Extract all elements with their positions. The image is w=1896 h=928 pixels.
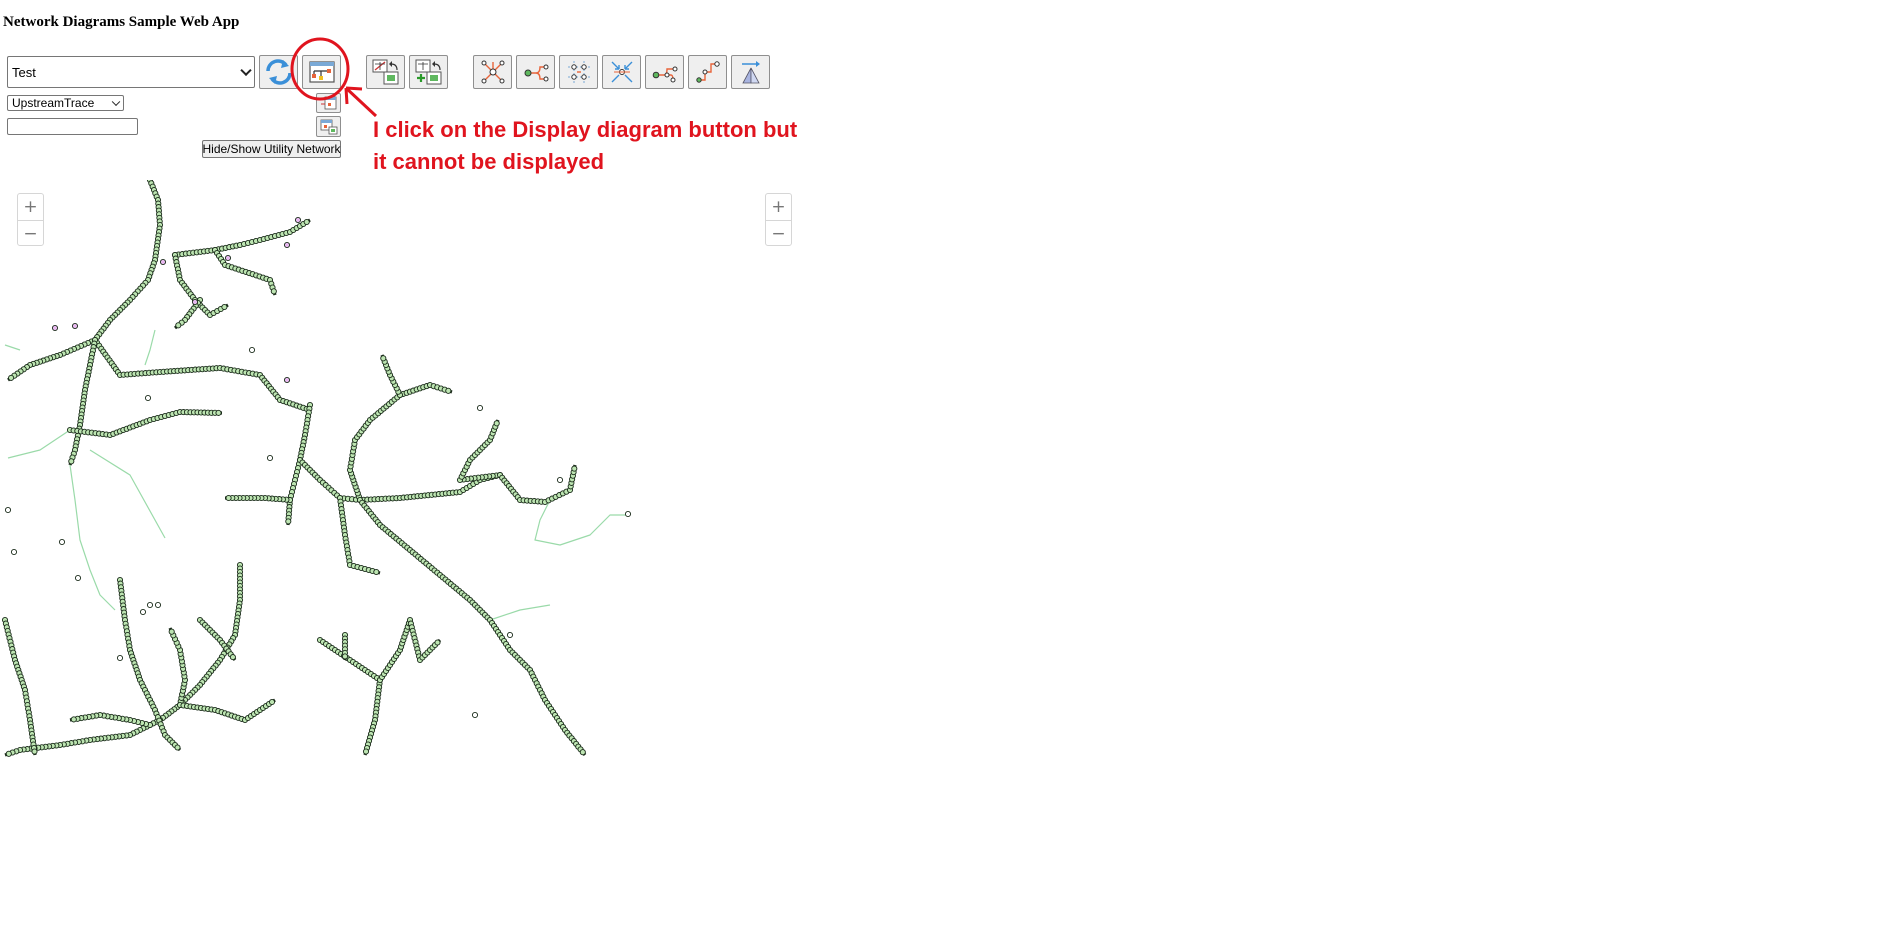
left-map-zoom-control: + − bbox=[17, 193, 44, 246]
zoom-in-button[interactable]: + bbox=[766, 194, 791, 220]
zoom-out-button[interactable]: − bbox=[766, 220, 791, 247]
zoom-in-button[interactable]: + bbox=[18, 194, 43, 220]
annotation-arrow-shaft bbox=[344, 86, 378, 118]
network-map-canvas bbox=[1, 180, 632, 757]
zoom-out-button[interactable]: − bbox=[18, 220, 43, 247]
right-map-zoom-control: + − bbox=[765, 193, 792, 246]
annotation-text: I click on the Display diagram button bu… bbox=[373, 117, 798, 174]
annotation-circle bbox=[290, 37, 350, 101]
network-map[interactable] bbox=[0, 180, 800, 928]
